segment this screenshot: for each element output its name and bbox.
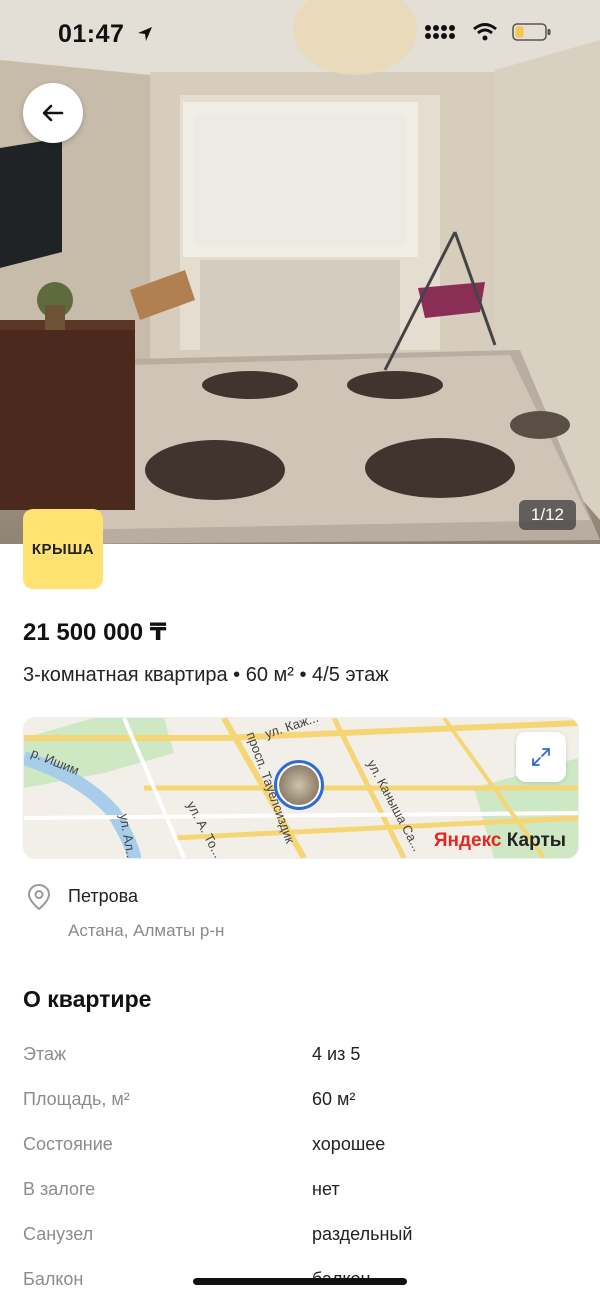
spec-row: Балкон балкон bbox=[23, 1269, 577, 1314]
address-street: Петрова bbox=[68, 886, 138, 906]
map-preview[interactable]: ул. Каж... просп. Тауелсиздик ул. Каныша… bbox=[23, 717, 579, 859]
spec-row: Площадь, м² 60 м² bbox=[23, 1089, 577, 1134]
spec-label: Санузел bbox=[23, 1224, 94, 1244]
spec-value: хорошее bbox=[312, 1134, 386, 1154]
map-location-pin[interactable] bbox=[274, 760, 324, 810]
back-button[interactable] bbox=[23, 83, 83, 143]
spec-label: Этаж bbox=[23, 1044, 67, 1064]
listing-summary: 3-комнатная квартира • 60 м² • 4/5 этаж bbox=[23, 664, 389, 686]
spec-value: раздельный bbox=[312, 1224, 413, 1244]
map-expand-button[interactable] bbox=[516, 732, 566, 782]
home-indicator[interactable] bbox=[193, 1278, 407, 1285]
address-city-district: Астана, Алматы р-н bbox=[68, 921, 225, 940]
battery-icon bbox=[512, 23, 551, 41]
spec-value: балкон bbox=[312, 1269, 370, 1314]
photo-counter: 1/12 bbox=[518, 500, 576, 530]
agency-logo[interactable]: КРЫША bbox=[23, 509, 103, 589]
map-pin-thumbnail bbox=[279, 765, 319, 805]
spec-label: Площадь, м² bbox=[23, 1089, 130, 1109]
spec-value: 60 м² bbox=[312, 1089, 356, 1109]
wifi-icon bbox=[473, 23, 497, 41]
spec-value: 4 из 5 bbox=[312, 1044, 361, 1064]
specs-list: Этаж 4 из 5 Площадь, м² 60 м² Состояние … bbox=[23, 1044, 577, 1314]
about-section-title: О квартире bbox=[23, 986, 152, 1012]
cellular-signal-icon bbox=[425, 25, 455, 39]
expand-arrows-icon bbox=[532, 748, 550, 766]
spec-row: Этаж 4 из 5 bbox=[23, 1044, 577, 1089]
spec-row: Состояние хорошее bbox=[23, 1134, 577, 1179]
spec-row: Санузел раздельный bbox=[23, 1224, 577, 1269]
arrow-left-icon bbox=[42, 104, 64, 122]
listing-price: 21 500 000 ₸ bbox=[23, 619, 167, 646]
location-pin-icon bbox=[27, 883, 51, 911]
spec-label: Состояние bbox=[23, 1134, 113, 1154]
location-arrow-icon bbox=[137, 27, 152, 41]
spec-row: В залоге нет bbox=[23, 1179, 577, 1224]
yandex-maps-brand: Яндекс Карты bbox=[433, 830, 566, 851]
room-photo-illustration bbox=[0, 0, 600, 544]
spec-label: Балкон bbox=[23, 1269, 84, 1289]
status-time: 01:47 bbox=[58, 20, 154, 49]
agency-logo-text: КРЫША bbox=[31, 540, 95, 558]
spec-value: нет bbox=[312, 1179, 340, 1199]
status-bar: 01:47 bbox=[0, 0, 600, 70]
listing-photo[interactable]: 01:47 1/12 bbox=[0, 0, 600, 544]
spec-label: В залоге bbox=[23, 1179, 96, 1199]
